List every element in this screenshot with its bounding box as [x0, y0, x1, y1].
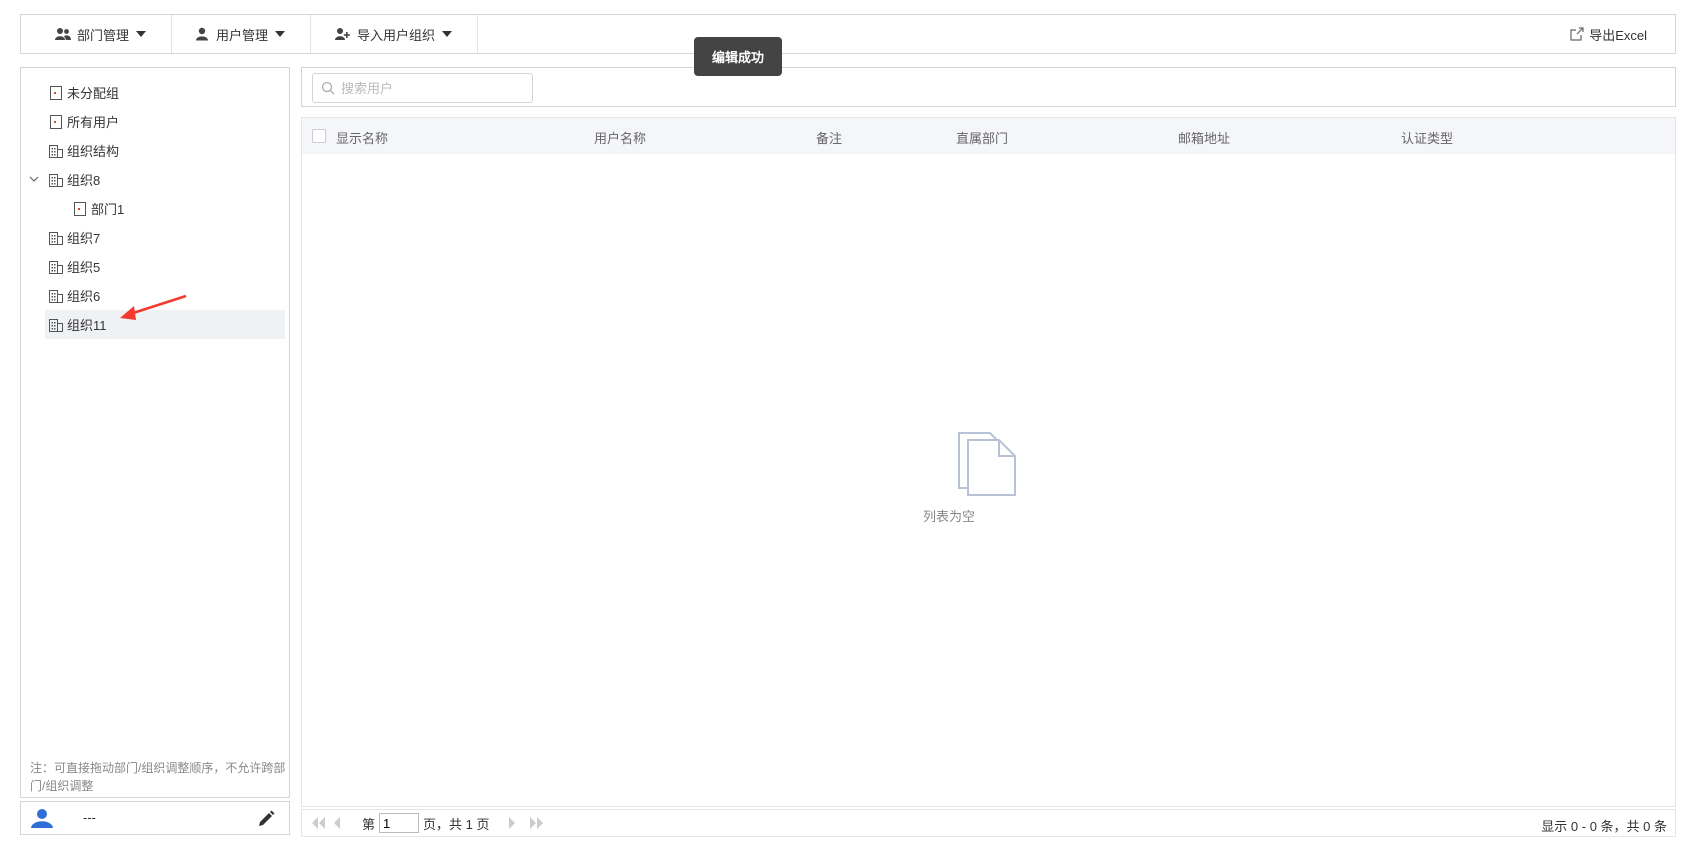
dept-icon — [74, 201, 86, 216]
dept-icon — [50, 85, 62, 100]
page-number-input[interactable] — [379, 813, 420, 833]
next-page-icon[interactable] — [507, 816, 523, 830]
empty-state: 列表为空 — [302, 118, 1675, 806]
import-org-menu[interactable]: 导入用户组织 — [311, 15, 479, 53]
search-bar — [301, 67, 1676, 107]
current-user-name: --- — [83, 810, 96, 825]
tree-item[interactable]: 组织结构 — [21, 136, 289, 165]
search-icon — [321, 81, 335, 95]
empty-label: 列表为空 — [923, 509, 976, 524]
tree-item-label: 未分配组 — [67, 86, 120, 101]
export-icon — [1570, 27, 1584, 41]
tree-item-label: 部门1 — [91, 202, 125, 217]
chevron-down-icon[interactable] — [29, 174, 39, 184]
dept-manage-menu[interactable]: 部门管理 — [21, 15, 173, 53]
dept-icon — [50, 114, 62, 129]
building-icon — [49, 144, 63, 158]
export-excel-label: 导出Excel — [1589, 27, 1647, 43]
user-manage-label: 用户管理 — [216, 27, 269, 43]
building-icon — [49, 318, 63, 332]
sidebar-note: 注：可直接拖动部门/组织调整顺序，不允许跨部门/组织调整 — [30, 761, 286, 793]
empty-documents-icon — [958, 432, 1016, 496]
empty-text: 列表为空 — [923, 506, 1123, 525]
toolbar: 部门管理 用户管理 导入用户组织 导出Excel — [20, 14, 1676, 54]
user-import-icon — [335, 28, 350, 40]
first-page-icon[interactable] — [310, 816, 326, 830]
pager-summary: 显示 0 - 0 条，共 0 条 — [1541, 819, 1667, 834]
tree-item[interactable]: 组织8 — [21, 165, 289, 194]
chevron-down-icon — [442, 31, 453, 37]
user-icon — [196, 27, 209, 41]
tree-item-label: 组织5 — [67, 260, 101, 275]
last-page-icon[interactable] — [529, 816, 545, 830]
import-org-label: 导入用户组织 — [357, 27, 436, 43]
tree-item[interactable]: 所有用户 — [21, 107, 289, 136]
tree-item-label: 组织11 — [67, 318, 107, 333]
tree-item-label: 组织7 — [67, 231, 101, 246]
tree-item-label: 组织结构 — [67, 144, 120, 159]
chevron-down-icon — [136, 31, 147, 37]
user-manage-menu[interactable]: 用户管理 — [172, 15, 312, 53]
tree-item[interactable]: 组织5 — [21, 252, 289, 281]
chevron-down-icon — [275, 31, 286, 37]
building-icon — [49, 173, 63, 187]
pencil-icon[interactable] — [257, 810, 275, 828]
tree-item[interactable]: 部门1 — [21, 194, 289, 223]
export-excel-button[interactable]: 导出Excel — [1570, 15, 1647, 53]
toast-message: 编辑成功 — [694, 37, 782, 76]
annotation-arrow-icon — [120, 294, 187, 320]
search-input[interactable] — [341, 80, 521, 96]
tree-item[interactable]: 组织7 — [21, 223, 289, 252]
tree-item[interactable]: 未分配组 — [21, 78, 289, 107]
current-user-bar: --- — [20, 801, 290, 835]
user-grid: 显示名称 用户名称 备注 直属部门 邮箱地址 认证类型 列表为空 — [301, 117, 1676, 807]
dept-manage-label: 部门管理 — [77, 27, 130, 43]
org-tree-panel: 未分配组所有用户组织结构组织8 部门1 组织7 组织5 组织6 组织11 注：可直接拖动部… — [20, 67, 290, 798]
search-box — [312, 73, 533, 103]
users-icon — [55, 28, 71, 40]
building-icon — [49, 289, 63, 303]
prev-page-icon[interactable] — [332, 816, 348, 830]
page-prefix: 第 — [362, 816, 376, 832]
tree-item-label: 所有用户 — [67, 115, 120, 130]
page-total: 页，共 1 页 — [423, 816, 490, 832]
avatar-icon — [31, 809, 53, 828]
building-icon — [49, 260, 63, 274]
tree-item-label: 组织6 — [67, 289, 101, 304]
pagination-bar: 第 页，共 1 页 显示 0 - 0 条，共 0 条 — [301, 809, 1676, 837]
tree-item-label: 组织8 — [67, 173, 101, 188]
building-icon — [49, 231, 63, 245]
